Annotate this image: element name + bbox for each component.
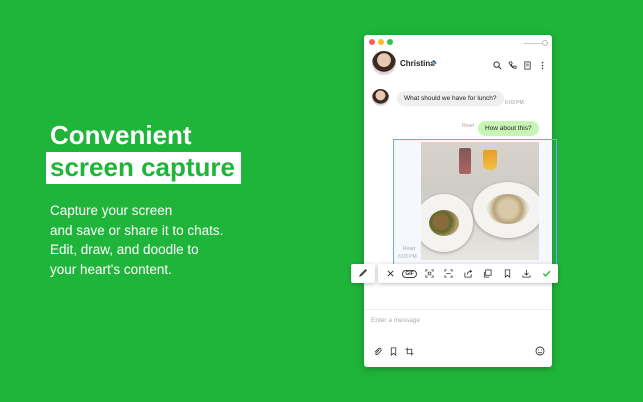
avatar[interactable]: [372, 89, 389, 106]
salad: [429, 210, 459, 236]
description-line: Edit, draw, and doodle to: [50, 242, 199, 257]
message-input[interactable]: Enter a message: [371, 317, 420, 324]
attach-icon[interactable]: [373, 343, 382, 361]
opacity-slider[interactable]: [524, 40, 548, 46]
sound-icon: 🔈: [431, 60, 439, 66]
description-line: Capture your screen: [50, 203, 173, 218]
search-icon[interactable]: [493, 57, 502, 75]
headline-line2-highlight: screen capture: [46, 152, 241, 184]
capture-toolbar: GIF: [378, 264, 558, 283]
screen-capture-icon[interactable]: [405, 343, 414, 361]
gif-button[interactable]: GIF: [402, 268, 417, 280]
bookmark-icon[interactable]: [389, 343, 398, 361]
wine-glass: [459, 148, 471, 174]
share-icon[interactable]: [462, 268, 474, 280]
pen-icon: [358, 265, 368, 283]
description-line: your heart's content.: [50, 261, 172, 277]
avatar[interactable]: [372, 51, 396, 75]
emoticon-icon[interactable]: [535, 343, 545, 361]
window-controls: [369, 39, 393, 45]
read-status: Read: [403, 246, 415, 252]
description: Capture your screen and save or share it…: [50, 201, 280, 279]
headline-line1: Convenient: [50, 120, 192, 150]
gif-icon: GIF: [402, 269, 417, 278]
message-time: 6:03 PM: [398, 254, 417, 260]
message-composer: Enter a message: [364, 309, 552, 367]
outgoing-message[interactable]: How about this?: [478, 121, 539, 136]
close-icon[interactable]: [384, 268, 396, 280]
juice-glass: [483, 150, 497, 170]
minimize-window-button[interactable]: [378, 39, 384, 45]
incoming-message[interactable]: What should we have for lunch?: [397, 91, 504, 106]
close-window-button[interactable]: [369, 39, 375, 45]
composer-actions: [373, 343, 414, 361]
pasta: [487, 194, 529, 224]
window-select-icon[interactable]: [443, 268, 455, 280]
headline: Convenient screen capture: [46, 120, 241, 184]
contact-name[interactable]: Christina: [400, 59, 435, 68]
download-icon[interactable]: [521, 268, 533, 280]
note-icon[interactable]: [523, 57, 532, 75]
message-time: 6:03 PM: [505, 100, 524, 106]
draw-button[interactable]: [351, 264, 375, 283]
chat-header: Christina 🔈: [364, 49, 552, 79]
slider-knob[interactable]: [542, 40, 548, 46]
description-line: and save or share it to chats.: [50, 222, 224, 238]
confirm-icon[interactable]: [540, 268, 552, 280]
zoom-window-button[interactable]: [387, 39, 393, 45]
read-status: Read: [462, 123, 474, 129]
copy-icon[interactable]: [482, 268, 494, 280]
more-icon[interactable]: [538, 57, 547, 75]
phone-icon[interactable]: [508, 57, 517, 75]
bookmark-icon[interactable]: [501, 268, 513, 280]
header-actions: [493, 57, 547, 75]
captured-food-photo: [421, 142, 539, 260]
area-select-icon[interactable]: [423, 268, 435, 280]
